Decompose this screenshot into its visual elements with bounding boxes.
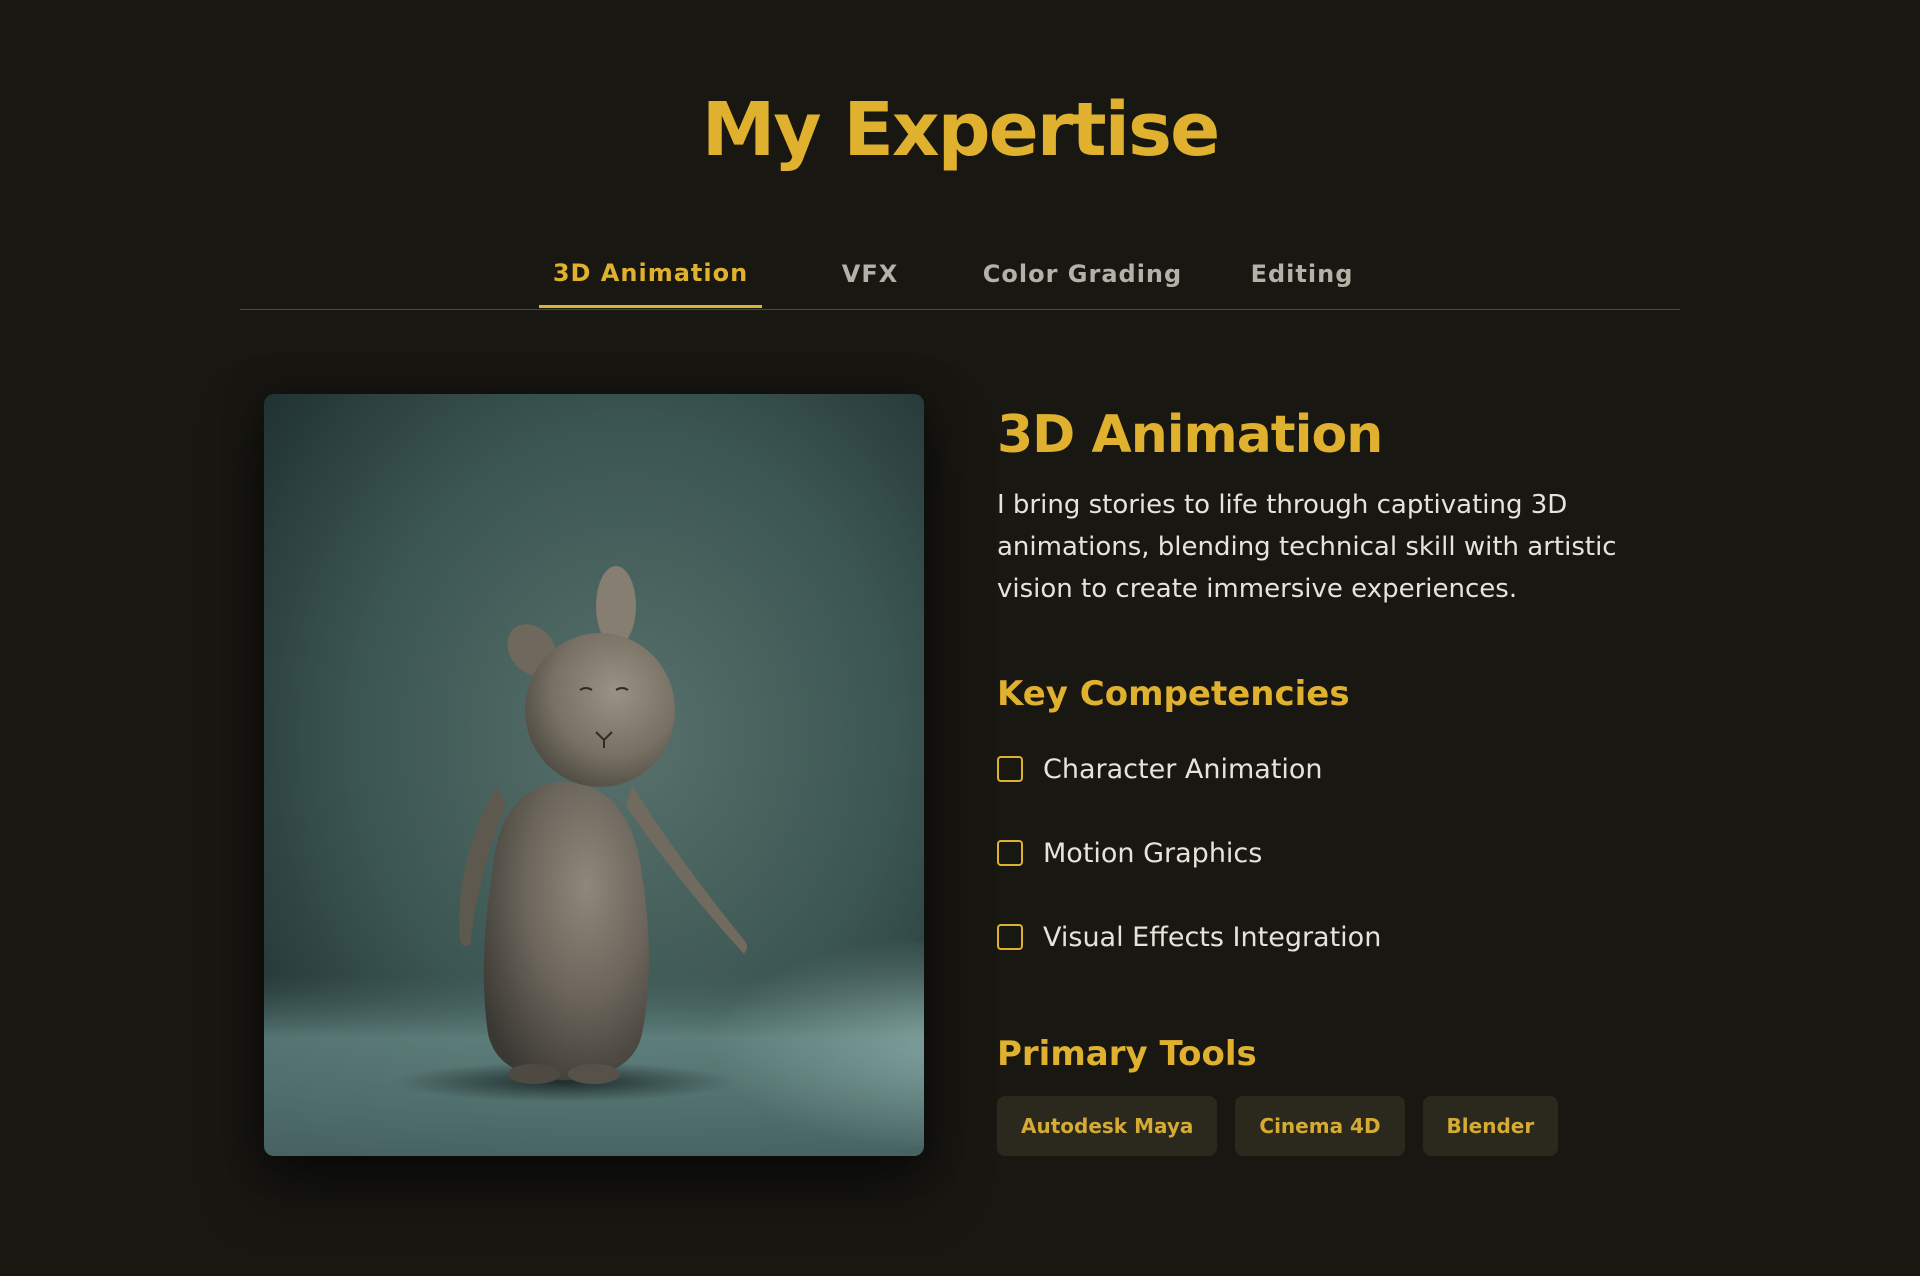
competencies-heading: Key Competencies: [997, 674, 1350, 714]
competency-item: Motion Graphics: [997, 832, 1381, 874]
expertise-description: I bring stories to life through captivat…: [997, 490, 1617, 604]
competency-checkbox[interactable]: [997, 756, 1023, 782]
competency-label: Motion Graphics: [1043, 837, 1263, 869]
tab-editing[interactable]: Editing: [1233, 240, 1371, 308]
rabbit-figure-image: [264, 394, 924, 1156]
tab-3d-animation[interactable]: 3D Animation: [539, 240, 762, 308]
competency-list: Character Animation Motion Graphics Visu…: [997, 748, 1381, 1000]
tools-list: Autodesk Maya Cinema 4D Blender: [997, 1096, 1576, 1156]
page-title: My Expertise: [701, 87, 1221, 173]
expertise-title: 3D Animation: [997, 405, 1383, 465]
competency-label: Character Animation: [1043, 753, 1323, 785]
tool-chip-blender[interactable]: Blender: [1422, 1096, 1559, 1156]
expertise-tabs: 3D Animation VFX Color Grading Editing: [240, 240, 1680, 310]
tools-heading: Primary Tools: [997, 1034, 1257, 1074]
competency-label: Visual Effects Integration: [1043, 921, 1382, 953]
competency-checkbox[interactable]: [997, 924, 1023, 950]
tool-chip-cinema-4d[interactable]: Cinema 4D: [1235, 1096, 1405, 1156]
competency-item: Character Animation: [997, 748, 1381, 790]
competency-checkbox[interactable]: [997, 840, 1023, 866]
tab-vfx[interactable]: VFX: [810, 240, 930, 308]
tab-color-grading[interactable]: Color Grading: [975, 240, 1190, 308]
competency-item: Visual Effects Integration: [997, 916, 1381, 958]
tool-chip-autodesk-maya[interactable]: Autodesk Maya: [997, 1096, 1218, 1156]
